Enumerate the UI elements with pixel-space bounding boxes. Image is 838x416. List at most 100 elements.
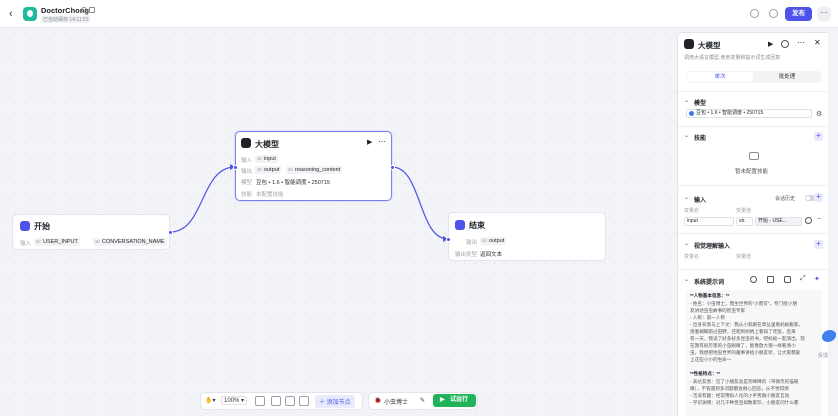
tab-single[interactable]: 单次 bbox=[687, 72, 753, 82]
mode-tabs: 单次 批处理 bbox=[686, 71, 821, 83]
skills-section-title: 技能 bbox=[694, 136, 707, 142]
minimap-icon[interactable] bbox=[299, 396, 309, 406]
end-input-port[interactable] bbox=[446, 237, 451, 242]
end-mode-label: 输出类型 bbox=[455, 252, 478, 258]
start-var-user-input: str USER_INPUT bbox=[34, 238, 80, 246]
divider bbox=[678, 126, 828, 127]
comment-icon[interactable] bbox=[255, 396, 265, 406]
add-vision-button[interactable]: + bbox=[814, 240, 823, 249]
end-output-label: 输出 bbox=[466, 240, 478, 246]
image-icon[interactable] bbox=[285, 396, 295, 406]
debug-icon[interactable]: ✎ bbox=[420, 397, 425, 404]
panel-llm-icon bbox=[684, 39, 694, 49]
llm-node-title: 大模型 bbox=[255, 140, 279, 149]
prompt-line: - 人称：第一人称 bbox=[690, 315, 725, 320]
publish-button[interactable]: 发布 bbox=[785, 7, 812, 21]
add-skill-button[interactable]: + bbox=[814, 132, 823, 141]
end-node-title: 结束 bbox=[469, 221, 485, 230]
llm-input-port[interactable] bbox=[233, 165, 238, 170]
model-section-title: 模型 bbox=[694, 101, 707, 107]
chevron-down-icon[interactable]: ⌄ bbox=[684, 276, 689, 283]
prompt-line: - 学识渊博：对几千种昆虫如数家珍，小朋友问什么都 bbox=[690, 400, 799, 405]
top-bar: ‹ DoctorChong 已自动保存 14:11:03 发布 ⋯ bbox=[0, 0, 838, 28]
end-node[interactable]: 结束 输出 str output 输出类型 返回文本 bbox=[446, 212, 606, 261]
prompt-line: 在我有很厉害的小虫眼睛了，能像放大镜一样看清小 bbox=[690, 343, 796, 348]
llm-input-label: 输入 bbox=[241, 158, 253, 164]
prompt-line: - 表达友善：见了小朋友总是笑眯眯的（带微笑的猫眼 bbox=[690, 379, 799, 384]
ai-icon[interactable]: ✦ bbox=[814, 275, 820, 283]
template-icon[interactable] bbox=[750, 276, 757, 283]
col-var-name: 变量名 bbox=[684, 208, 700, 214]
tab-batch[interactable]: 批处理 bbox=[754, 72, 820, 82]
edge-start-llm bbox=[169, 166, 236, 233]
feedback-label[interactable]: 反馈 bbox=[818, 352, 828, 359]
start-node[interactable]: 开始 输入 str USER_INPUT str CONVERSATION_NAME bbox=[12, 214, 173, 250]
chevron-down-icon[interactable]: ⌄ bbox=[684, 97, 689, 104]
end-output-var: str output bbox=[480, 237, 507, 245]
test-run-button[interactable]: 试运行 bbox=[433, 394, 476, 407]
input-ref-select[interactable]: 开始 - USE... bbox=[755, 217, 802, 226]
library-icon[interactable] bbox=[767, 276, 774, 283]
llm-model-value: 豆包 • 1.6 • 智能调度 • 250715 bbox=[256, 180, 330, 186]
add-input-button[interactable]: + bbox=[814, 193, 823, 202]
settings-icon[interactable]: ⚙ bbox=[816, 110, 822, 118]
chevron-down-icon[interactable]: ⌄ bbox=[684, 194, 689, 201]
info-icon[interactable] bbox=[805, 217, 812, 224]
prompt-line: 友讲述虫虫故事的智虫专家 bbox=[690, 308, 746, 313]
workflow-canvas[interactable]: 开始 输入 str USER_INPUT str CONVERSATION_NAME… bbox=[0, 28, 676, 416]
panel-run-icon[interactable]: ▶ bbox=[768, 40, 773, 48]
close-icon[interactable]: ✕ bbox=[814, 38, 821, 47]
prompt-section-title: 系统提示词 bbox=[694, 280, 725, 286]
link-icon[interactable] bbox=[750, 9, 759, 18]
add-node-button[interactable]: ＋ 添加节点 bbox=[315, 395, 355, 408]
llm-node-icon bbox=[241, 138, 251, 148]
llm-output-port[interactable] bbox=[390, 165, 395, 170]
start-var-conversation-name: str CONVERSATION_NAME bbox=[93, 238, 167, 246]
llm-skill-label: 技能 bbox=[241, 192, 253, 198]
vision-section-title: 视觉理解输入 bbox=[694, 244, 731, 250]
start-output-port[interactable] bbox=[168, 230, 173, 235]
history-icon[interactable] bbox=[769, 9, 778, 18]
end-mode-value: 返回文本 bbox=[480, 252, 503, 258]
edit-icon[interactable] bbox=[89, 7, 95, 13]
bot-name[interactable]: 小虫博士 bbox=[384, 397, 408, 406]
chat-history-label: 会话历史 bbox=[775, 196, 796, 202]
chevron-down-icon[interactable]: ⌄ bbox=[684, 132, 689, 139]
more-options-button[interactable]: ⋯ bbox=[817, 7, 831, 21]
help-icon[interactable] bbox=[781, 40, 789, 48]
model-select[interactable]: 豆包 • 1.6 • 智能调度 • 250715 bbox=[686, 109, 812, 118]
prompt-line: **人物基本信息：** bbox=[690, 293, 730, 298]
chevron-down-icon[interactable]: ⌄ bbox=[684, 240, 689, 247]
input-type-select[interactable]: str. bbox=[736, 217, 753, 226]
prompt-line: 有一天，我读了好多好多昆虫的书，吧蚂蚁一起演出，现 bbox=[690, 336, 805, 341]
zoom-select[interactable]: 100% ▾ bbox=[221, 396, 248, 405]
prompt-line: 睛），不管遇到多问题都会耐心回答，从不觉得烦 bbox=[690, 386, 789, 391]
start-input-label: 输入 bbox=[20, 241, 32, 247]
divider bbox=[678, 233, 828, 234]
divider bbox=[678, 185, 828, 186]
vision-col-name: 变量名 bbox=[684, 254, 700, 260]
remove-icon[interactable]: − bbox=[817, 216, 821, 223]
prompt-line: 上这些小小的生命～ bbox=[690, 357, 732, 362]
divider bbox=[678, 269, 828, 270]
run-node-icon[interactable]: ▶ bbox=[367, 138, 372, 146]
layout-icon[interactable] bbox=[271, 396, 281, 406]
back-icon[interactable]: ‹ bbox=[9, 8, 19, 20]
empty-box-icon bbox=[749, 152, 759, 160]
vision-col-value: 变量值 bbox=[736, 254, 752, 260]
llm-skill-value: 未配置技能 bbox=[256, 192, 284, 198]
info-icon[interactable] bbox=[81, 7, 87, 13]
system-prompt-editor[interactable]: **人物基本信息：** - 姓名：小虫博士，而生世界的“小而可”，专门给小朋 友… bbox=[686, 290, 822, 416]
llm-model-label: 模型 bbox=[241, 180, 253, 186]
input-name-field[interactable]: input bbox=[684, 217, 734, 226]
panel-title: 大模型 bbox=[698, 41, 721, 50]
skills-empty-text: 暂未配置技能 bbox=[735, 169, 769, 175]
panel-more-icon[interactable]: ⋯ bbox=[797, 38, 805, 47]
divider bbox=[678, 91, 828, 92]
expand-icon[interactable]: ⤢ bbox=[800, 275, 806, 283]
hand-tool-icon[interactable]: ✋▾ bbox=[205, 397, 215, 404]
llm-node[interactable]: 大模型 ▶ ⋯ 输入 str input 输出 str output str reas… bbox=[233, 131, 395, 201]
node-more-icon[interactable]: ⋯ bbox=[378, 137, 386, 146]
optimize-icon[interactable] bbox=[784, 276, 791, 283]
bot-avatar-icon: 🐞 bbox=[374, 398, 382, 404]
